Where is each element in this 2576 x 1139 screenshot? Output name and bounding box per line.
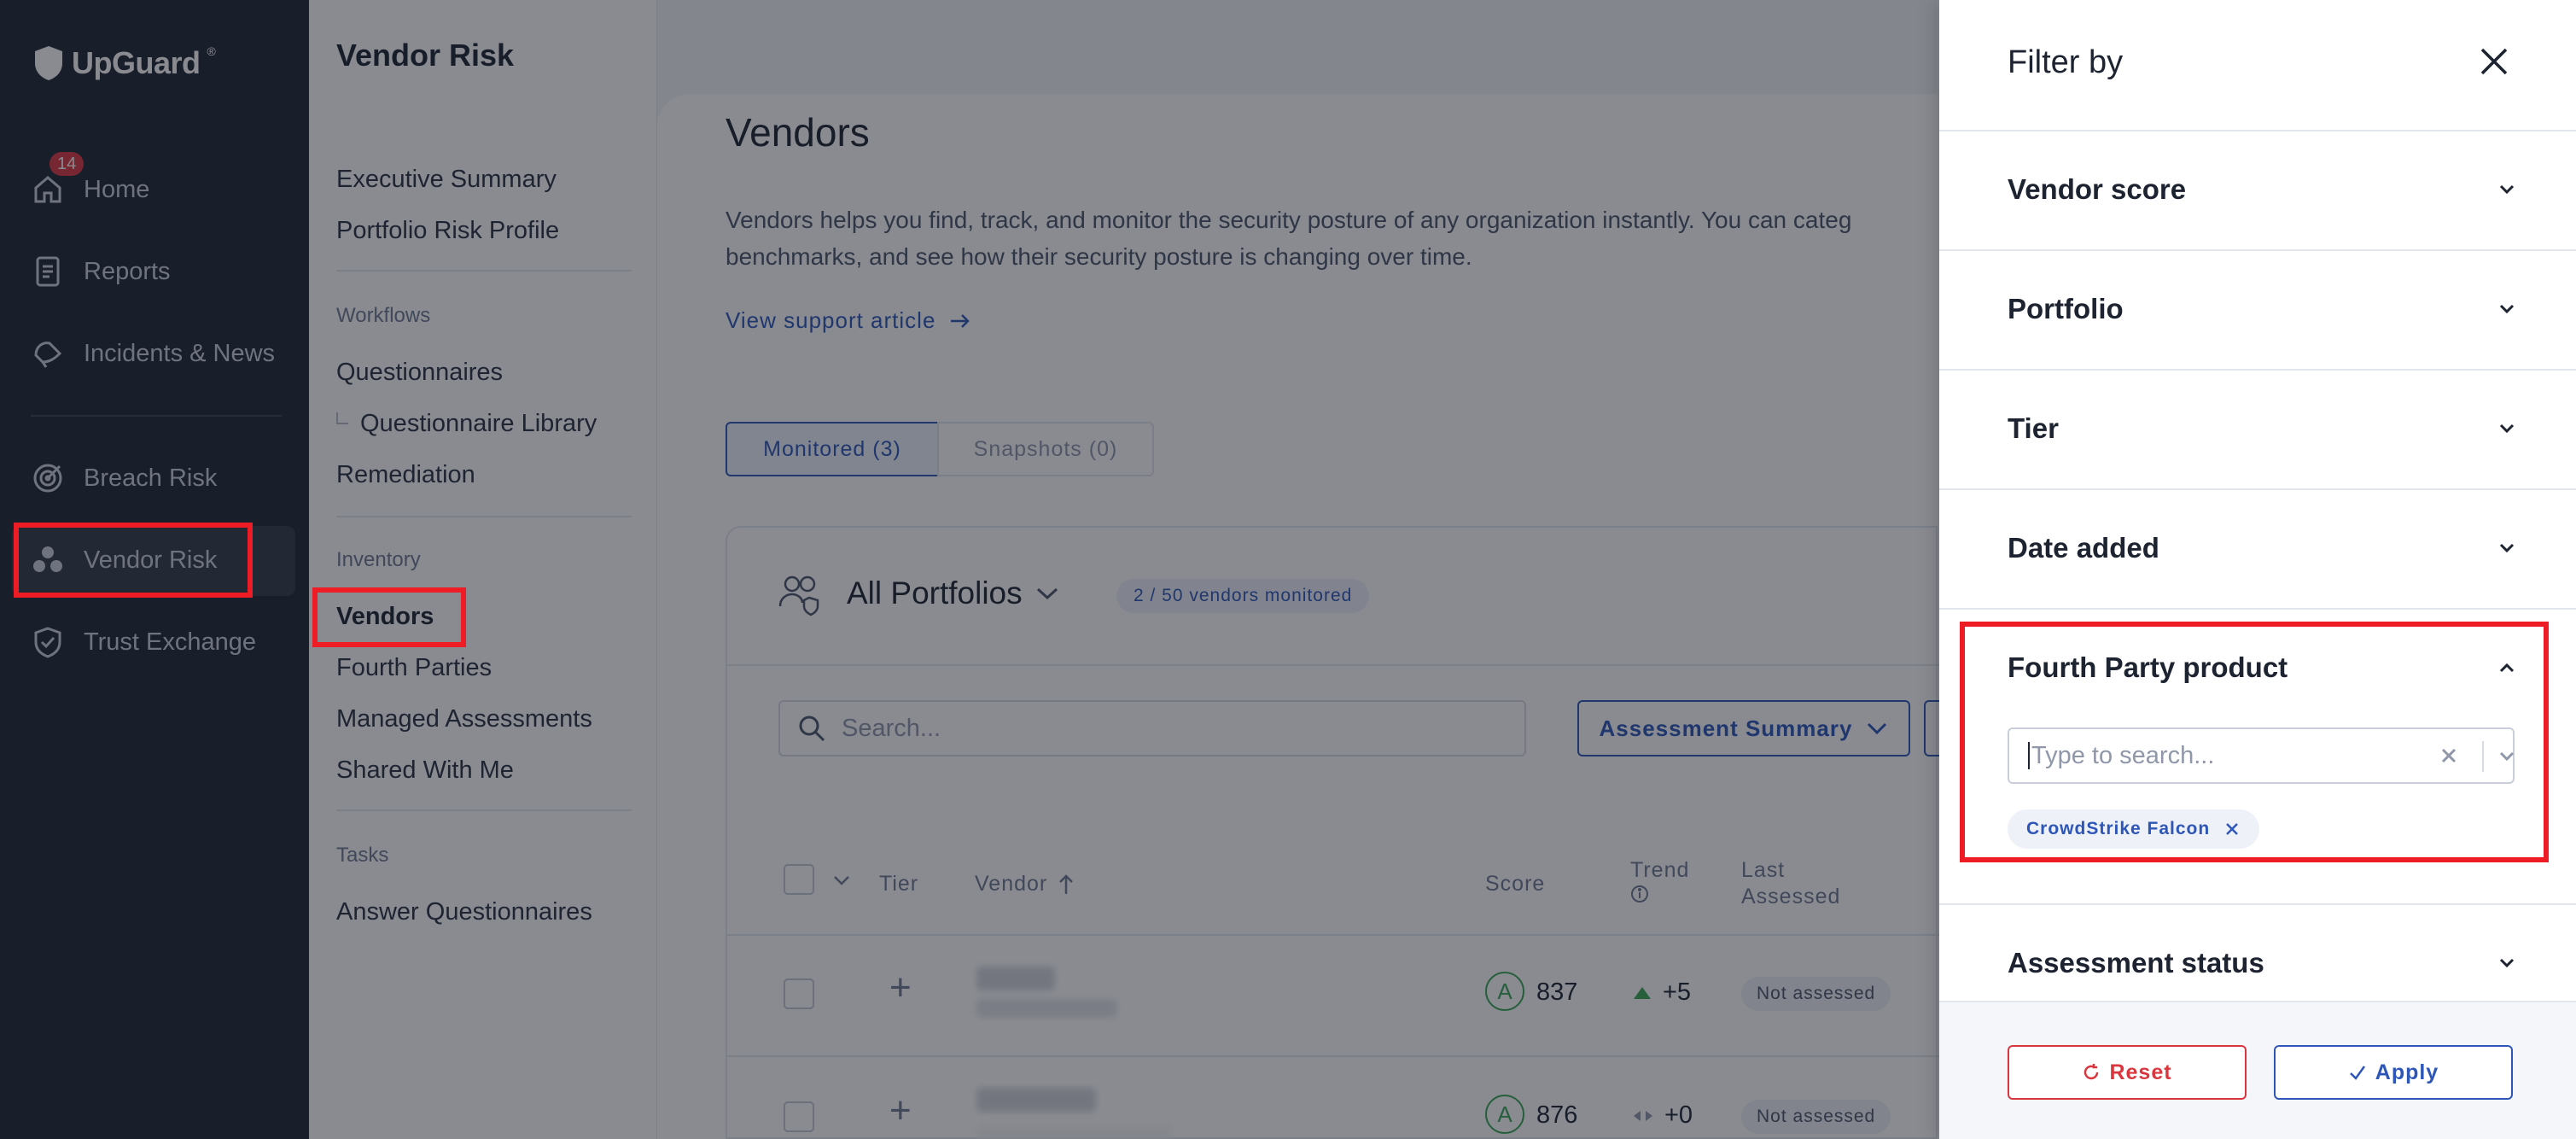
selected-filter-tag-label: CrowdStrike Falcon (2026, 819, 2211, 838)
chevron-up-icon (2499, 663, 2515, 673)
filter-panel-title: Filter by (2008, 44, 2124, 80)
close-icon[interactable] (2477, 44, 2511, 79)
clear-icon[interactable] (2436, 743, 2462, 768)
apply-button[interactable]: Apply (2274, 1045, 2513, 1100)
filter-section-label: Assessment status (2008, 947, 2264, 978)
fourth-party-search-placeholder: Type to search... (2031, 741, 2215, 769)
filter-divider (1939, 369, 2576, 371)
filter-panel: Filter by Vendor score Portfolio Tier Da… (1939, 0, 2576, 1139)
filter-section-label: Fourth Party product (2008, 651, 2288, 683)
reset-button-label: Reset (2109, 1060, 2172, 1084)
chevron-down-icon (2499, 304, 2515, 314)
input-divider (2482, 741, 2484, 772)
filter-section-tier[interactable]: Tier (2008, 403, 2520, 454)
chevron-down-icon (2499, 423, 2515, 434)
remove-tag-icon[interactable] (2223, 821, 2241, 838)
chevron-down-icon (2499, 184, 2515, 195)
selected-filter-tag: CrowdStrike Falcon (2008, 809, 2260, 849)
reset-button[interactable]: Reset (2008, 1045, 2247, 1100)
filter-section-date-added[interactable]: Date added (2008, 523, 2520, 574)
checkmark-icon (2349, 1066, 2365, 1080)
filter-section-label: Vendor score (2008, 173, 2187, 205)
filter-section-label: Date added (2008, 532, 2159, 564)
filter-section-vendor-score[interactable]: Vendor score (2008, 164, 2520, 215)
filter-divider (1939, 903, 2576, 905)
filter-section-portfolio[interactable]: Portfolio (2008, 283, 2520, 335)
text-caret (2028, 742, 2030, 769)
filter-divider (1939, 249, 2576, 251)
filter-section-fourth-party-product[interactable]: Fourth Party product (2008, 642, 2520, 693)
reset-icon (2084, 1064, 2099, 1080)
modal-backdrop[interactable] (0, 0, 1939, 1139)
filter-section-assessment-status[interactable]: Assessment status (2008, 937, 2520, 989)
filter-divider (1939, 488, 2576, 490)
filter-section-label: Portfolio (2008, 293, 2124, 324)
fourth-party-search-input[interactable]: Type to search... (2008, 727, 2515, 784)
filter-footer: Reset Apply (1939, 1001, 2576, 1139)
apply-button-label: Apply (2375, 1060, 2439, 1084)
chevron-down-icon (2499, 543, 2515, 553)
chevron-down-icon (2499, 958, 2515, 968)
chevron-down-icon[interactable] (2494, 744, 2520, 769)
filter-divider (1939, 608, 2576, 610)
filter-section-label: Tier (2008, 412, 2059, 444)
filter-divider (1939, 130, 2576, 131)
